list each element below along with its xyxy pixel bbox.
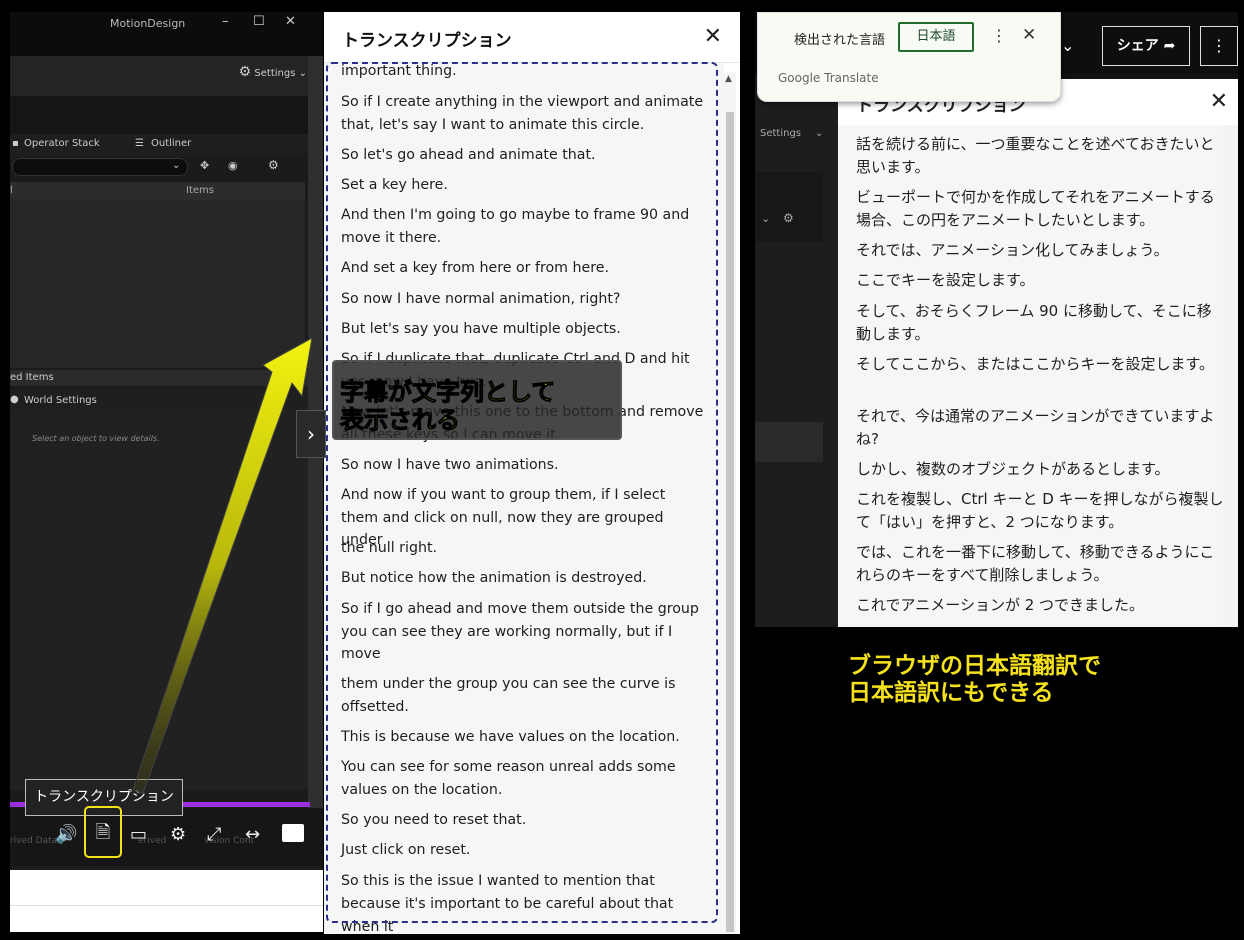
transcript-scrollbar[interactable] (1223, 125, 1238, 627)
expand-panel-button[interactable]: › (296, 410, 326, 458)
transcript-segment[interactable]: そしてここから、またはここからキーを設定します。 (856, 353, 1224, 376)
translate-popup: 検出された言語 日本語 ⋮ ✕ Google Translate (757, 12, 1061, 102)
editor-settings: ⚙ Settings ⌄ (239, 64, 307, 80)
outliner-header: ▪ Operator Stack ☰ Outliner (10, 134, 307, 156)
settings-label: Settings (760, 128, 802, 139)
chevron-down-icon: ⌄ (815, 128, 824, 139)
details-hint: Select an object to view details. (32, 434, 160, 443)
theater-mode-icon[interactable]: ↔ (245, 824, 260, 845)
outliner-columns: l Items (10, 182, 305, 200)
world-settings-header: ● World Settings (10, 390, 308, 410)
chevron-down-icon[interactable]: ⌄ (1061, 36, 1074, 55)
transcript-segment[interactable]: それで、今は通常のアニメーションができていますよね? (856, 405, 1224, 450)
eye-icon: ◉ (228, 159, 238, 172)
outliner-body (10, 200, 305, 368)
chevron-down-icon: ⌄ (172, 160, 181, 171)
section-header: ed Items (10, 370, 308, 386)
chevron-right-icon: › (307, 422, 315, 446)
video-player[interactable]: MotionDesign – ☐ ✕ ⚙ Settings ⌄ ▪ Operat… (10, 12, 323, 870)
japanese-language-tab[interactable]: 日本語 (898, 22, 974, 52)
close-icon: ✕ (285, 14, 296, 29)
chevron-down-icon: ⌄ (761, 212, 771, 225)
column-items: Items (186, 185, 214, 196)
detected-language-tab[interactable]: 検出された言語 (794, 29, 885, 48)
transcript-segment[interactable]: ビューポートで何かを作成してそれをアニメートする場合、この円をアニメートしたいと… (856, 186, 1224, 231)
close-icon[interactable]: ✕ (704, 24, 722, 49)
minimize-icon: – (222, 14, 229, 29)
gear-icon: ⚙ (783, 211, 794, 225)
subtitles-icon[interactable]: ▭ (130, 824, 147, 845)
transcript-segment[interactable]: では、これを一番下に移動して、移動できるようにこれらのキーをすべて削除しましょう… (856, 541, 1224, 586)
document-icon: 🗎 (95, 822, 111, 843)
below-video-area (10, 870, 323, 932)
volume-icon[interactable]: 🔊 (55, 824, 77, 845)
maximize-icon: ☐ (253, 14, 265, 29)
highlight-box (326, 62, 718, 923)
translated-transcript-list: 話を続ける前に、一つ重要なことを述べておきたいと思います。 ビューポートで何かを… (838, 125, 1224, 627)
settings-gear-icon[interactable]: ⚙ (170, 824, 186, 845)
google-translate-logo: Google Translate (778, 71, 879, 85)
operator-stack-icon: ▪ (12, 138, 19, 149)
operator-stack-tab: Operator Stack (24, 138, 100, 149)
translated-transcript-panel: トランスクリプション ✕ 話を続ける前に、一つ重要なことを述べておきたいと思いま… (838, 79, 1238, 627)
transcript-segment[interactable]: 話を続ける前に、一つ重要なことを述べておきたいと思います。 (856, 133, 1224, 178)
outliner-search (12, 158, 188, 176)
transcript-scrollbar[interactable]: ▲ (724, 72, 736, 934)
more-vertical-icon[interactable]: ⋮ (991, 26, 1007, 45)
share-button[interactable]: シェア ➦ (1102, 26, 1190, 66)
transcript-segment[interactable]: そして、おそらくフレーム 90 に移動して、そこに移動します。 (856, 300, 1224, 345)
section-items-label: ed Items (10, 372, 54, 383)
channel-logo-icon[interactable] (282, 824, 304, 842)
transcript-segment[interactable]: それでは、アニメーション化してみましょう。 (856, 239, 1224, 262)
scroll-up-icon[interactable]: ▲ (725, 74, 732, 84)
transcript-segment[interactable]: これを複製し、Ctrl キーと D キーを押しながら複製して「はい」を押すと、2… (856, 488, 1224, 533)
video-band (755, 422, 823, 462)
video-band (755, 172, 823, 242)
share-icon: ➦ (1163, 38, 1176, 54)
window-title: MotionDesign (110, 17, 186, 30)
settings-label: Settings (254, 68, 296, 79)
close-icon[interactable]: ✕ (1210, 89, 1228, 114)
callout-box: 字幕が文字列として 表示される (332, 360, 622, 440)
move-icon: ✥ (200, 159, 210, 172)
more-vertical-icon: ⋮ (1211, 36, 1227, 55)
share-label: シェア (1116, 38, 1159, 54)
details-panel (10, 410, 308, 790)
more-options-button[interactable]: ⋮ (1200, 26, 1238, 66)
column-label: l (10, 185, 13, 196)
transcript-segment[interactable]: しかし、複数のオブジェクトがあるとします。 (856, 458, 1224, 481)
world-icon: ● (10, 394, 19, 405)
caption-line-2: 日本語訳にもできる (848, 680, 1054, 706)
transcript-button[interactable]: 🗎 (84, 806, 122, 858)
gear-icon: ⚙ (238, 64, 252, 80)
outliner-tab: Outliner (151, 138, 192, 149)
chevron-down-icon: ⌄ (298, 68, 307, 79)
faint-label: rived Data (10, 836, 58, 846)
video-area (755, 74, 839, 627)
transcript-segment[interactable]: ここでキーを設定します。 (856, 269, 1224, 292)
world-settings-label: World Settings (24, 395, 97, 406)
divider (10, 905, 323, 906)
editor-titlebar: MotionDesign – ☐ ✕ (10, 12, 323, 56)
callout-line-2: 表示される (340, 406, 461, 435)
transcript-segment[interactable]: これでアニメーションが 2 つできました。 (856, 594, 1224, 617)
scrollbar-thumb[interactable] (726, 112, 734, 932)
transcript-header: トランスクリプション ✕ (324, 12, 740, 63)
gear-icon: ⚙ (268, 158, 279, 172)
transcript-title: トランスクリプション (342, 31, 512, 51)
editor-strip (10, 96, 323, 134)
close-icon[interactable]: ✕ (1022, 25, 1036, 45)
fullscreen-icon[interactable]: ⤢ (207, 824, 221, 845)
outliner-icon: ☰ (135, 138, 144, 149)
